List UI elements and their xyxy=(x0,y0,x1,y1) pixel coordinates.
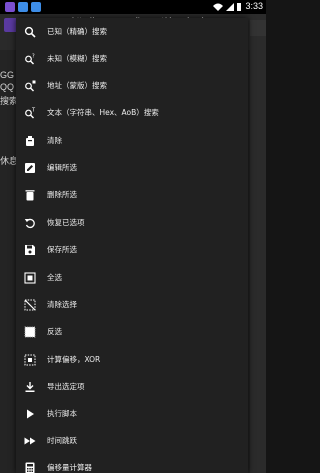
menu-item-label: 执行脚本 xyxy=(47,409,77,418)
menu-item-invert-selection[interactable]: 反选 xyxy=(16,318,248,345)
menu-item-text-search[interactable]: T 文本（字符串、Hex、AoB）搜索 xyxy=(16,99,248,126)
select-all-icon xyxy=(24,271,36,284)
qq-app-icon xyxy=(18,2,28,12)
menu-item-export-selected[interactable]: 导出选定项 xyxy=(16,373,248,400)
wifi-icon xyxy=(213,3,223,11)
menu-item-label: 清除选择 xyxy=(47,300,77,309)
signal-icon xyxy=(226,3,234,11)
gameguardian-app-icon xyxy=(5,2,15,12)
status-bar: 3:33 xyxy=(0,0,266,14)
menu-item-restore[interactable]: 恢复已选项 xyxy=(16,209,248,236)
svg-text:?: ? xyxy=(32,53,35,59)
qq-app-icon-2 xyxy=(31,2,41,12)
background-right-panel xyxy=(250,14,266,473)
background-text-1: GG xyxy=(0,70,15,80)
menu-item-label: 全选 xyxy=(47,273,62,282)
menu-item-calculate-offset[interactable]: 计算偏移，XOR xyxy=(16,346,248,373)
menu-item-clear[interactable]: 清除 xyxy=(16,127,248,154)
menu-item-known-search[interactable]: 已知（精确）搜索 xyxy=(16,18,248,45)
menu-item-label: 文本（字符串、Hex、AoB）搜索 xyxy=(47,108,159,117)
menu-item-save-selected[interactable]: 保存所选 xyxy=(16,236,248,263)
background-text-3: 搜索 xyxy=(0,96,16,106)
edit-icon xyxy=(24,162,36,174)
screen: 3:33 http://gameguardian.net/download GG… xyxy=(0,0,266,473)
invert-icon xyxy=(24,326,36,338)
menu-item-clear-selection[interactable]: 清除选择 xyxy=(16,291,248,318)
menu-item-label: 偏移量计算器 xyxy=(47,463,92,472)
menu-item-label: 编辑所选 xyxy=(47,163,77,172)
menu-item-offset-calculator[interactable]: 偏移量计算器 xyxy=(16,454,248,473)
menu-item-delete-selected[interactable]: 删除所选 xyxy=(16,181,248,208)
background-right-button xyxy=(250,20,266,36)
menu-item-label: 导出选定项 xyxy=(47,382,85,391)
fast-forward-icon xyxy=(24,435,36,447)
save-icon xyxy=(24,244,36,256)
menu-item-label: 清除 xyxy=(47,136,62,145)
play-icon xyxy=(24,408,36,420)
menu-item-label: 未知（模糊）搜索 xyxy=(47,54,107,63)
menu-item-label: 删除所选 xyxy=(47,190,77,199)
menu-item-edit-selected[interactable]: 编辑所选 xyxy=(16,154,248,181)
battery-icon xyxy=(237,3,241,11)
calculate-offset-icon xyxy=(24,354,36,366)
background-text-4: 休息 xyxy=(0,156,16,166)
menu-item-execute-script[interactable]: 执行脚本 xyxy=(16,400,248,427)
menu-item-select-all[interactable]: 全选 xyxy=(16,264,248,291)
menu-item-label: 地址（蒙版）搜索 xyxy=(47,81,107,90)
menu-item-time-jump[interactable]: 时间跳跃 xyxy=(16,427,248,454)
svg-text:T: T xyxy=(31,107,36,113)
background-text-2: QQ xyxy=(0,82,15,92)
clear-selection-icon xyxy=(24,299,36,311)
clear-icon xyxy=(24,135,36,147)
status-time: 3:33 xyxy=(245,1,263,11)
menu-item-address-search[interactable]: 地址（蒙版）搜索 xyxy=(16,72,248,99)
calculator-icon xyxy=(24,462,36,473)
search-fuzzy-icon: ? xyxy=(24,53,36,65)
menu-item-fuzzy-search[interactable]: ? 未知（模糊）搜索 xyxy=(16,45,248,72)
menu-item-label: 已知（精确）搜索 xyxy=(47,27,107,36)
search-text-icon: T xyxy=(24,107,36,119)
restore-icon xyxy=(24,217,36,229)
context-menu: 已知（精确）搜索 ? 未知（模糊）搜索 地址（蒙版）搜索 T 文本（字符串、He… xyxy=(16,18,248,473)
menu-item-label: 保存所选 xyxy=(47,245,77,254)
delete-icon xyxy=(24,189,36,201)
menu-item-label: 恢复已选项 xyxy=(47,218,85,227)
export-icon xyxy=(24,381,36,393)
search-icon xyxy=(24,26,36,38)
search-address-icon xyxy=(24,80,36,92)
menu-item-label: 计算偏移，XOR xyxy=(47,355,101,364)
menu-item-label: 时间跳跃 xyxy=(47,436,77,445)
menu-item-label: 反选 xyxy=(47,327,62,336)
